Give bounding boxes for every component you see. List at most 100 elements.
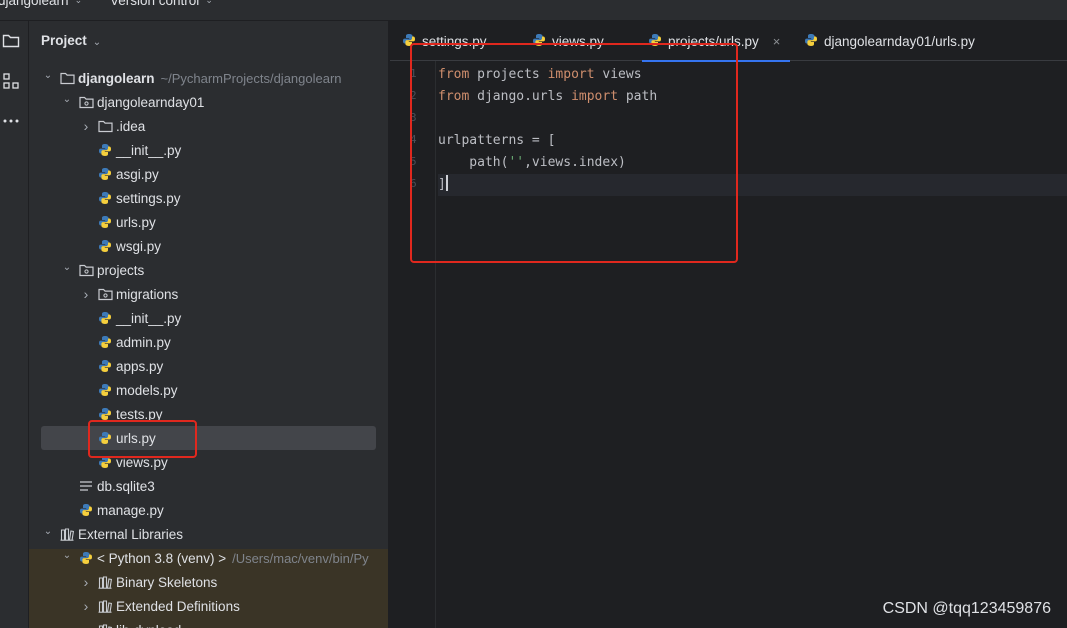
- annotation-box-file: [88, 420, 197, 458]
- tree-item-label: settings.py: [116, 190, 181, 206]
- tree-item-label: projects: [97, 262, 145, 278]
- project-panel: Project ⌄ ⌄ djangolearn ~/PycharmProjects/d…: [29, 21, 389, 628]
- tree-item-label: __init__.py: [116, 142, 182, 158]
- tree-item[interactable]: › .idea: [29, 114, 388, 138]
- python-file-icon: [78, 550, 94, 566]
- structure-icon[interactable]: [0, 70, 22, 92]
- project-panel-header[interactable]: Project ⌄: [41, 33, 101, 48]
- tree-item[interactable]: ⌄ < Python 3.8 (venv) > /Users/mac/venv/bi…: [29, 546, 388, 570]
- tree-item-label: urls.py: [116, 214, 156, 230]
- chevron-right-icon[interactable]: ›: [79, 118, 93, 134]
- editor-tab[interactable]: djangolearnday01/urls.py: [804, 21, 975, 61]
- tree-item[interactable]: __init__.py: [29, 138, 388, 162]
- chevron-down-icon: ⌄: [205, 0, 213, 5]
- python-file-icon: [97, 334, 113, 350]
- tree-item-label: < Python 3.8 (venv) >: [97, 550, 227, 566]
- tree-item-label: lib-dynload: [116, 623, 181, 628]
- chevron-down-icon[interactable]: ⌄: [60, 262, 74, 273]
- tree-item-label: apps.py: [116, 358, 164, 374]
- tree-item[interactable]: ⌄ djangolearn ~/PycharmProjects/djangolear…: [29, 66, 388, 90]
- folder-icon: [97, 118, 113, 134]
- tree-item-label: wsgi.py: [116, 238, 162, 254]
- tree-item[interactable]: db.sqlite3: [29, 474, 388, 498]
- chevron-down-icon: ⌄: [74, 0, 83, 5]
- tree-item[interactable]: ⌄ djangolearnday01: [29, 90, 388, 114]
- python-file-icon: [97, 190, 113, 206]
- tree-item[interactable]: models.py: [29, 378, 388, 402]
- python-file-icon: [97, 382, 113, 398]
- tree-item[interactable]: settings.py: [29, 186, 388, 210]
- tree-item[interactable]: ⌄ External Libraries: [29, 522, 388, 546]
- tree-item-path: ~/PycharmProjects/djangolearn: [160, 70, 342, 86]
- chevron-down-icon: ⌄: [92, 37, 102, 48]
- chevron-right-icon[interactable]: ›: [79, 598, 93, 614]
- package-folder-icon: [97, 286, 113, 302]
- tree-item-label: admin.py: [116, 334, 171, 350]
- project-menu-label: djangolearn: [0, 0, 69, 8]
- tree-item-label: djangolearn: [78, 70, 155, 86]
- python-file-icon: [97, 238, 113, 254]
- python-file-icon: [97, 358, 113, 374]
- tree-item[interactable]: wsgi.py: [29, 234, 388, 258]
- chevron-down-icon[interactable]: ⌄: [41, 526, 55, 537]
- tree-item[interactable]: › lib-dynload: [29, 618, 388, 628]
- tree-item[interactable]: urls.py: [29, 210, 388, 234]
- tree-item[interactable]: asgi.py: [29, 162, 388, 186]
- library-icon: [59, 526, 75, 542]
- tree-item-label: asgi.py: [116, 166, 159, 182]
- tree-item-label: models.py: [116, 382, 178, 398]
- tree-item[interactable]: › Extended Definitions: [29, 594, 388, 618]
- tree-item[interactable]: apps.py: [29, 354, 388, 378]
- chevron-right-icon[interactable]: ›: [79, 286, 93, 302]
- tree-item-label: Binary Skeletons: [116, 574, 218, 590]
- annotation-box-code: [410, 43, 738, 263]
- python-file-icon: [804, 33, 820, 49]
- tree-item[interactable]: › Binary Skeletons: [29, 570, 388, 594]
- tree-item-path: /Users/mac/venv/bin/Py: [232, 550, 369, 566]
- package-folder-icon: [78, 94, 94, 110]
- close-tab-icon[interactable]: ×: [773, 34, 781, 49]
- tree-item-label: djangolearnday01: [97, 94, 205, 110]
- package-folder-icon: [78, 262, 94, 278]
- tree-item[interactable]: admin.py: [29, 330, 388, 354]
- tree-item-label: manage.py: [97, 502, 164, 518]
- chevron-right-icon[interactable]: ›: [79, 574, 93, 590]
- text-file-icon: [78, 478, 94, 494]
- more-icon[interactable]: [0, 110, 22, 132]
- tree-item[interactable]: › migrations: [29, 282, 388, 306]
- project-folder-icon[interactable]: [0, 30, 22, 52]
- project-menu[interactable]: djangolearn ⌄: [0, 0, 82, 8]
- tree-item[interactable]: manage.py: [29, 498, 388, 522]
- watermark: CSDN @tqq123459876: [882, 600, 1051, 617]
- tree-item[interactable]: __init__.py: [29, 306, 388, 330]
- chevron-down-icon[interactable]: ⌄: [60, 94, 74, 105]
- vcs-menu[interactable]: Version control ⌄: [110, 0, 213, 8]
- library-icon: [97, 574, 113, 590]
- library-icon: [97, 598, 113, 614]
- tree-item-label: Extended Definitions: [116, 598, 240, 614]
- chevron-right-icon[interactable]: ›: [79, 622, 93, 628]
- python-file-icon: [78, 502, 94, 518]
- tree-item[interactable]: tests.py: [29, 402, 388, 426]
- python-file-icon: [97, 214, 113, 230]
- tree-item[interactable]: ⌄ projects: [29, 258, 388, 282]
- tree-item-label: db.sqlite3: [97, 478, 155, 494]
- library-icon: [97, 622, 113, 628]
- tree-item[interactable]: views.py: [29, 450, 388, 474]
- python-file-icon: [97, 310, 113, 326]
- editor-area: settings.py views.py projects/urls.py × djan…: [390, 21, 1067, 628]
- python-file-icon: [97, 166, 113, 182]
- tree-item-label: migrations: [116, 286, 179, 302]
- panel-title: Project: [41, 33, 87, 48]
- tree-item-label: __init__.py: [116, 310, 182, 326]
- editor-tab-label: djangolearnday01/urls.py: [824, 33, 975, 49]
- chevron-down-icon[interactable]: ⌄: [41, 70, 55, 81]
- vcs-menu-label: Version control: [110, 0, 200, 8]
- python-file-icon: [97, 142, 113, 158]
- top-menu-bar: djangolearn ⌄ Version control ⌄: [0, 0, 1067, 21]
- tool-window-strip: [0, 21, 29, 628]
- chevron-down-icon[interactable]: ⌄: [60, 550, 74, 561]
- tree-item-label: .idea: [116, 118, 146, 134]
- tree-item-label: External Libraries: [78, 526, 184, 542]
- folder-icon: [59, 70, 75, 86]
